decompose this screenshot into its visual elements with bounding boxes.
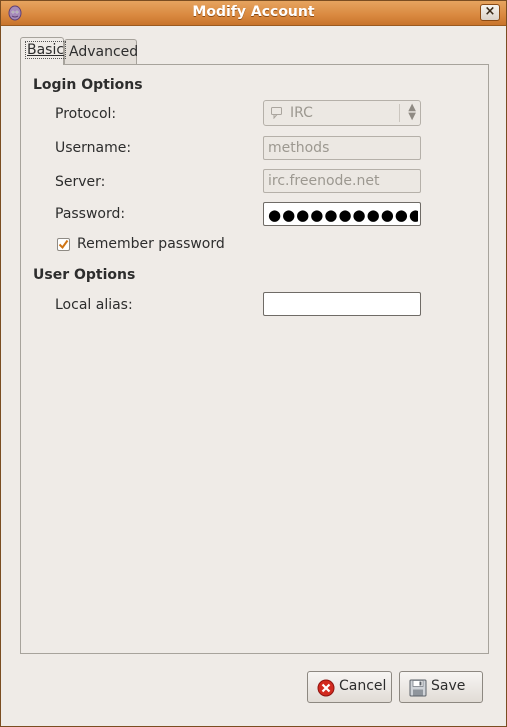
user-options-heading: User Options [33,267,136,283]
local-alias-label: Local alias: [55,297,133,313]
cancel-icon [317,679,335,697]
remember-password-label[interactable]: Remember password [77,236,225,252]
floppy-icon [409,679,427,697]
protocol-select[interactable]: IRC ▲ ▼ [263,100,421,126]
save-button[interactable]: Save [399,671,483,703]
close-icon[interactable]: × [480,4,500,21]
login-options-heading: Login Options [33,77,143,93]
tab-advanced[interactable]: Advanced [64,39,139,65]
protocol-value: IRC [290,105,313,121]
tab-basic-label: Basic [27,42,65,58]
remember-password-checkbox[interactable] [57,238,70,251]
password-field[interactable]: ●●●●●●●●●●●●●●● [263,202,421,226]
password-label: Password: [55,206,126,222]
username-field[interactable]: methods [263,136,421,160]
cancel-button[interactable]: Cancel [307,671,392,703]
server-label: Server: [55,174,106,190]
protocol-label: Protocol: [55,106,117,122]
password-value: ●●●●●●●●●●●●●●● [268,206,418,224]
tab-advanced-label: Advanced [69,44,139,60]
title-bar[interactable]: Modify Account × [1,1,506,26]
basic-panel: Login Options Protocol: IRC ▲ ▼ Username:… [20,64,489,654]
checkmark-icon [58,239,69,250]
chevron-updown-icon: ▲ ▼ [408,102,416,122]
save-label: Save [431,678,466,694]
chat-icon [271,107,282,119]
username-label: Username: [55,140,132,156]
cancel-label: Cancel [339,678,387,694]
local-alias-field[interactable] [263,292,421,316]
server-field[interactable]: irc.freenode.net [263,169,421,193]
combo-separator [399,104,400,122]
window-title: Modify Account [192,4,315,20]
tab-basic[interactable]: Basic [20,37,67,65]
modify-account-window: Modify Account × Basic Advanced Login Op… [0,0,507,727]
